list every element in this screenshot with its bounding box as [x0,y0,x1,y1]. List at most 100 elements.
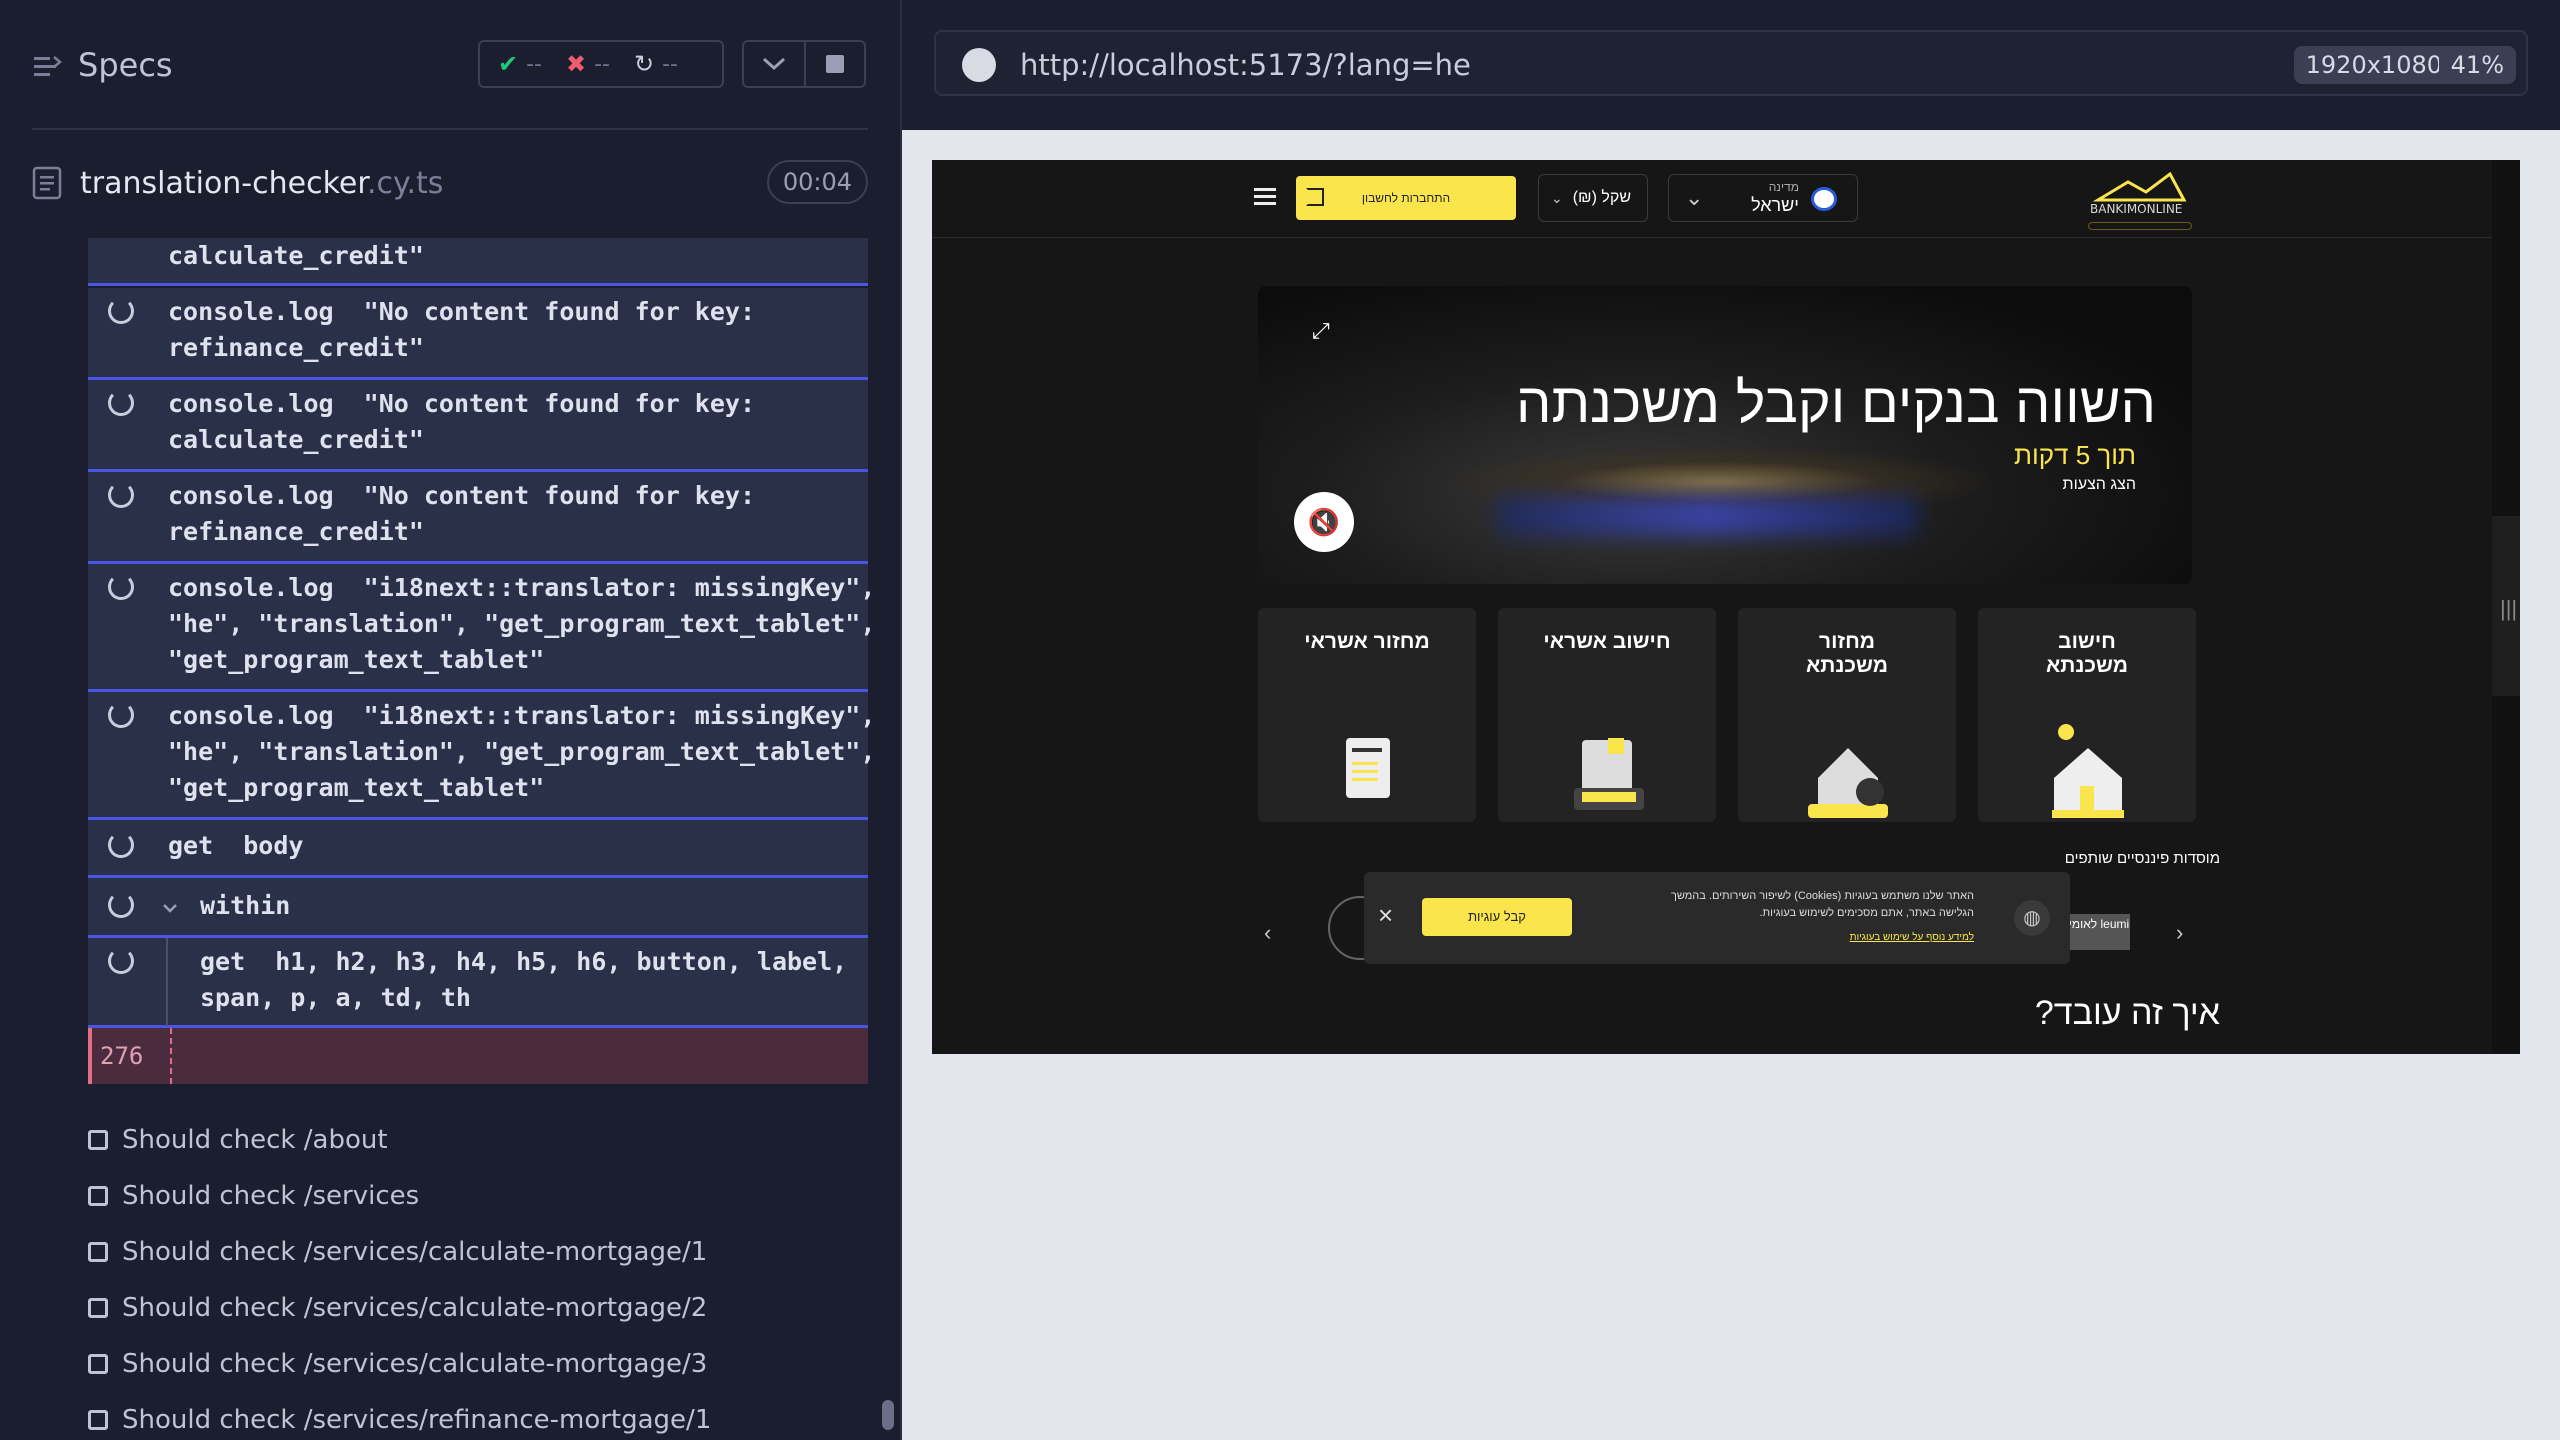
checkbox-icon [88,1242,108,1262]
command-log-item[interactable]: within [88,878,868,938]
service-card-mortgage-calc[interactable]: חישוב משכנתא [1978,608,2196,822]
cookie-policy-link[interactable]: למידע נוסף על שימוש בעוגיות [1850,932,1974,943]
loan-document-icon [1346,738,1390,798]
cookie-icon: ◍ [2014,900,2050,936]
hero-pool-glow [1498,496,1918,536]
test-item[interactable]: Should check /about [88,1120,388,1160]
check-icon: ✔ [498,50,519,78]
house-icon [2052,724,2124,818]
app-frame: BANKIMONLINE מדינה ישראל ⌄ ⌄ (₪) שקל התח… [932,160,2520,1054]
cookie-banner: ◍ האתר שלנו משתמש בעוגיות (Cookies) לשיפ… [1364,872,2070,964]
logo-mark-icon [2092,171,2187,202]
spinner-icon [108,298,134,324]
accept-cookies-button[interactable]: קבל עוגיות [1422,898,1572,936]
specs-header: Specs ✔ -- ✖ -- ↻ -- [0,0,900,130]
command-log-item[interactable]: get h1, h2, h3, h4, h5, h6, button, labe… [88,938,868,1028]
checkbox-icon [88,1354,108,1374]
service-card-credit-refinance[interactable]: מחזור אשראי [1258,608,1476,822]
close-icon[interactable]: × [1378,900,1393,931]
test-item[interactable]: Should check /services/calculate-mortgag… [88,1232,707,1272]
stop-button[interactable] [804,40,866,88]
command-log-item[interactable]: calculate_credit" [88,238,868,286]
pending-icon: ↻ [634,50,655,78]
cursor-line [170,1028,172,1084]
spinner-icon [108,390,134,416]
duration-badge: 00:04 [766,160,868,204]
hero-cta-link[interactable]: הצג הצעות [2063,476,2136,494]
partners-heading: מוסדות פיננסיים שותפים [2064,850,2220,867]
spinner-icon [108,574,134,600]
hero-title: השווה בנקים וקבל משכנתה [1515,371,2156,434]
logo[interactable]: BANKIMONLINE [2088,170,2192,230]
chevron-left-icon[interactable]: ‹ [1264,920,1271,946]
how-it-works-heading: איך זה עובד? [2034,994,2220,1032]
header-divider [32,128,868,130]
chevron-down-icon [163,904,177,913]
specs-list-icon[interactable] [32,52,62,82]
login-button[interactable]: התחברות לחשבון [1296,176,1516,220]
specs-title: Specs [78,46,173,84]
drag-handle-icon[interactable]: ||| [2500,596,2517,622]
checkbox-icon [88,1130,108,1150]
url-bar[interactable]: http://localhost:5173/?lang=he 1920x1080… [934,30,2528,96]
spinner-icon [108,702,134,728]
x-icon: ✖ [566,50,587,78]
url-text: http://localhost:5173/?lang=he [1020,48,1471,82]
chevron-down-icon: ⌄ [1551,190,1563,206]
chevron-right-icon[interactable]: › [2176,920,2183,946]
scrollbar-thumb[interactable] [882,1400,894,1430]
spinner-icon [108,892,134,918]
pending-stat: ↻ -- [634,50,678,78]
logo-strip [2088,222,2192,230]
chevron-down-icon [762,57,786,71]
command-log-item[interactable]: console.log "No content found for key: r… [88,288,868,380]
app-header: BANKIMONLINE מדינה ישראל ⌄ ⌄ (₪) שקל התח… [932,160,2492,238]
test-item[interactable]: Should check /services [88,1176,419,1216]
side-rail: ||| [2492,160,2520,1054]
globe-icon [962,48,996,82]
spec-file-name: translation-checker.cy.ts [80,166,444,201]
checkbox-icon [88,1410,108,1430]
command-log-item[interactable]: get body [88,820,868,878]
runner-panel: Specs ✔ -- ✖ -- ↻ -- translation-checker.cy… [0,0,900,1440]
currency-select[interactable]: ⌄ (₪) שקל [1538,174,1648,222]
house-coin-icon [1808,748,1888,818]
service-card-mortgage-refinance[interactable]: מחזור משכנתא [1738,608,1956,822]
failed-stat: ✖ -- [566,50,610,78]
country-select[interactable]: מדינה ישראל ⌄ [1668,174,1858,222]
service-card-credit-calc[interactable]: חישוב אשראי [1498,608,1716,822]
login-icon [1306,188,1324,206]
command-log-item[interactable]: console.log "i18next::translator: missin… [88,692,875,820]
zoom-badge[interactable]: 41% [2438,46,2516,84]
command-log-item[interactable]: console.log "No content found for key: c… [88,380,868,472]
hero-video[interactable]: ⤢ השווה בנקים וקבל משכנתה תוך 5 דקות הצג… [1258,286,2192,584]
spinner-icon [108,948,134,974]
cookie-text: האתר שלנו משתמש בעוגיות (Cookies) לשיפור… [1670,890,1974,919]
command-log-item[interactable]: console.log "i18next::translator: missin… [88,564,875,692]
collapse-button[interactable] [742,40,806,88]
test-item[interactable]: Should check /services/calculate-mortgag… [88,1288,707,1328]
test-stats: ✔ -- ✖ -- ↻ -- [478,40,724,88]
stop-icon [826,55,844,73]
test-item[interactable]: Should check /services/calculate-mortgag… [88,1344,707,1384]
expand-icon[interactable]: ⤢ [1312,318,1330,344]
calculator-document-icon [1574,738,1644,810]
spinner-icon [108,832,134,858]
israel-flag-icon [1811,187,1837,211]
chevron-down-icon: ⌄ [1685,185,1704,210]
viewport-badge[interactable]: 1920x1080 [2293,46,2454,84]
nesting-line [166,938,168,1026]
test-item[interactable]: Should check /services/refinance-mortgag… [88,1400,711,1440]
passed-stat: ✔ -- [498,50,542,78]
command-log-item[interactable]: console.log "No content found for key: r… [88,472,868,564]
hero-subtitle: תוך 5 דקות [2014,440,2136,470]
checkbox-icon [88,1186,108,1206]
spinner-icon [108,482,134,508]
current-line-marker: 276 [88,1028,868,1084]
mute-icon[interactable]: 🔇 [1294,492,1354,552]
file-icon [32,166,62,200]
leumi-logo: לאומי leumi [2068,914,2130,950]
checkbox-icon [88,1298,108,1318]
spec-file-row[interactable]: translation-checker.cy.ts 00:04 [32,160,868,208]
hamburger-menu-icon[interactable] [1254,188,1276,206]
